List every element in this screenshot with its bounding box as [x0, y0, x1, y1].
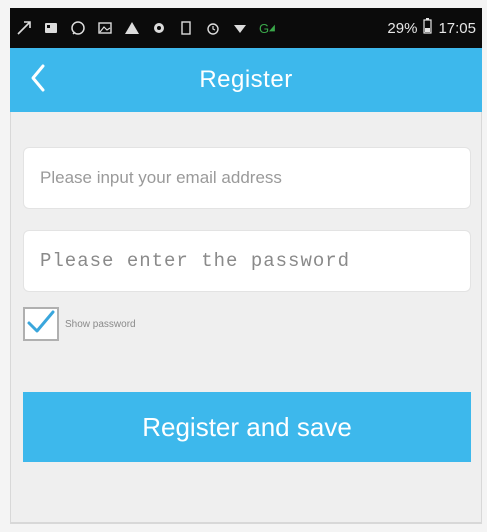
- status-bar: G 29% 17:05: [10, 8, 482, 48]
- message-icon: [43, 20, 59, 36]
- battery-icon: [423, 18, 433, 38]
- back-button[interactable]: [22, 62, 54, 98]
- arrow-icon: [16, 20, 32, 36]
- password-field[interactable]: [38, 249, 456, 273]
- wifi-icon: [232, 20, 248, 36]
- email-field-container: [23, 147, 471, 209]
- status-icons: G: [16, 20, 387, 36]
- show-password-checkbox[interactable]: [23, 307, 59, 341]
- image-icon: [97, 20, 113, 36]
- show-password-row: Show password: [23, 307, 136, 341]
- network-type: G: [259, 20, 270, 36]
- sim-icon: [178, 20, 194, 36]
- app-header: Register: [10, 48, 482, 112]
- status-right: 29% 17:05: [387, 18, 476, 38]
- email-field[interactable]: [38, 167, 456, 189]
- register-form: Show password Register and save: [10, 112, 482, 524]
- battery-percent: 29%: [387, 19, 418, 37]
- alarm-icon: [205, 20, 221, 36]
- notification-icon: [151, 20, 167, 36]
- warning-icon: [124, 20, 140, 36]
- register-and-save-button[interactable]: Register and save: [23, 392, 471, 462]
- bottom-divider: [10, 522, 482, 524]
- status-time: 17:05: [438, 19, 476, 37]
- show-password-label: Show password: [65, 318, 136, 330]
- whatsapp-icon: [70, 20, 86, 36]
- checkmark-icon: [26, 309, 56, 340]
- chevron-left-icon: [29, 63, 47, 98]
- password-field-container: [23, 230, 471, 292]
- screen: G 29% 17:05 Register Please input your e…: [0, 0, 487, 532]
- signal-icon: G: [259, 20, 275, 36]
- page-title: Register: [199, 66, 293, 93]
